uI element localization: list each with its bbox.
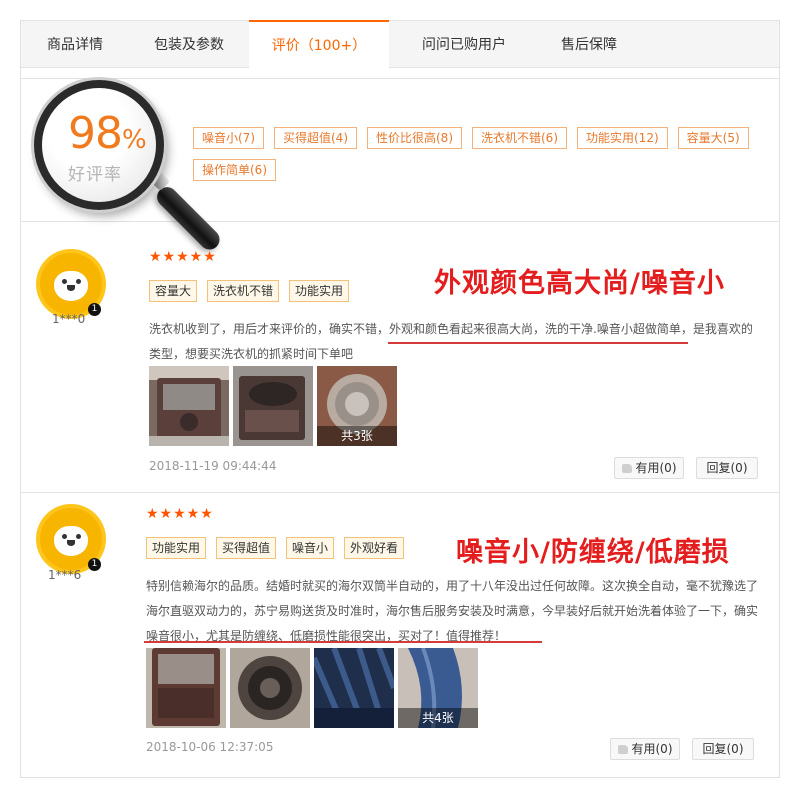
summary-tag[interactable]: 功能实用(12)	[577, 127, 668, 149]
photo-count: 共3张	[317, 426, 397, 446]
review-date: 2018-11-19 09:44:44	[149, 459, 277, 473]
review-photo[interactable]	[149, 366, 229, 446]
summary-tag-list: 噪音小(7) 买得超值(4) 性价比很高(8) 洗衣机不错(6) 功能实用(12…	[193, 127, 773, 191]
review-item: 1 1***0 ★★★★★ 容量大 洗衣机不错 功能实用 外观颜色高大尚/噪音小…	[20, 223, 780, 493]
reply-button[interactable]: 回复(0)	[692, 738, 754, 760]
photo-count: 共4张	[398, 708, 478, 728]
review-photo[interactable]	[230, 648, 310, 728]
review-photo[interactable]	[146, 648, 226, 728]
review-text: 特别信赖海尔的品质。结婚时就买的海尔双筒半自动的，用了十八年没出过任何故障。这次…	[146, 579, 759, 643]
review-tag: 功能实用	[146, 537, 207, 559]
review-photo[interactable]: 共3张	[317, 366, 397, 446]
review-tag: 容量大	[149, 280, 198, 302]
lion-avatar-icon: 1	[40, 508, 102, 571]
positive-rate-label: 好评率	[68, 165, 122, 185]
review-tag: 功能实用	[289, 280, 350, 302]
level-badge: 1	[88, 558, 101, 571]
summary-tag[interactable]: 噪音小(7)	[193, 127, 264, 149]
review-tag: 买得超值	[216, 537, 277, 559]
summary-tag[interactable]: 操作简单(6)	[193, 159, 276, 181]
review-tag: 外观好看	[344, 537, 405, 559]
useful-button[interactable]: 有用(0)	[614, 457, 684, 479]
highlight-headline: 噪音小/防缠绕/低磨损	[456, 537, 730, 568]
highlight-underline	[388, 342, 688, 344]
star-rating: ★★★★★	[149, 249, 217, 265]
review-tag: 洗衣机不错	[207, 280, 280, 302]
summary-tag[interactable]: 洗衣机不错(6)	[472, 127, 567, 149]
summary-tag[interactable]: 买得超值(4)	[274, 127, 357, 149]
review-photo[interactable]	[233, 366, 313, 446]
summary-tag[interactable]: 容量大(5)	[677, 127, 749, 149]
tab-ask-buyers[interactable]: 问问已购用户	[389, 21, 539, 67]
tab-bar: 商品详情 包装及参数 评价（100+） 问问已购用户 售后保障	[20, 20, 780, 68]
review-tag-list: 功能实用 买得超值 噪音小 外观好看	[146, 537, 414, 559]
highlight-underline	[144, 641, 542, 643]
summary-tag[interactable]: 性价比很高(8)	[367, 127, 462, 149]
tab-product-details[interactable]: 商品详情	[21, 21, 129, 67]
review-date: 2018-10-06 12:37:05	[146, 740, 274, 754]
review-item: 1 1***6 ★★★★★ 功能实用 买得超值 噪音小 外观好看 噪音小/防缠绕…	[20, 494, 780, 778]
tab-reviews[interactable]: 评价（100+）	[249, 20, 389, 68]
useful-button[interactable]: 有用(0)	[610, 738, 680, 760]
review-photo[interactable]	[314, 648, 394, 728]
level-badge: 1	[88, 303, 101, 316]
lion-avatar-icon: 1	[40, 253, 102, 316]
highlight-headline: 外观颜色高大尚/噪音小	[434, 268, 725, 299]
thumbs-up-icon	[617, 745, 628, 754]
tab-after-sales[interactable]: 售后保障	[539, 21, 639, 67]
review-photos: 共4张	[146, 648, 482, 728]
reply-button[interactable]: 回复(0)	[696, 457, 758, 479]
review-tag: 噪音小	[286, 537, 335, 559]
thumbs-up-icon	[621, 464, 632, 473]
username: 1***6	[48, 568, 82, 582]
review-photos: 共3张	[149, 366, 401, 446]
username: 1***0	[52, 312, 86, 326]
tab-packaging-specs[interactable]: 包装及参数	[129, 21, 249, 67]
review-photo[interactable]: 共4张	[398, 648, 478, 728]
positive-rate: 98%	[68, 108, 147, 159]
review-tag-list: 容量大 洗衣机不错 功能实用	[149, 280, 359, 302]
star-rating: ★★★★★	[146, 506, 214, 522]
